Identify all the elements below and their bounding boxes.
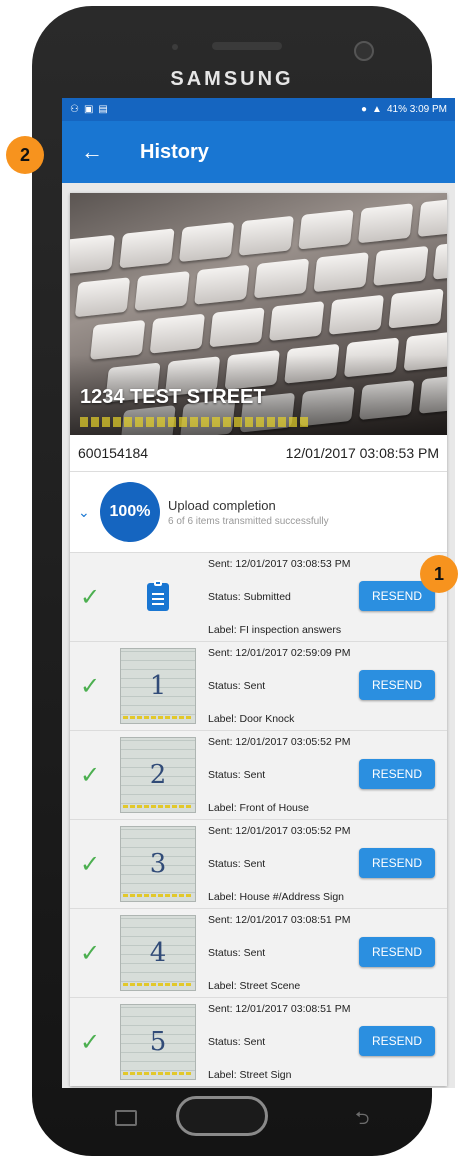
thumbnail-digit: 1: [149, 671, 167, 701]
callout-badge-1: 1: [420, 555, 458, 593]
home-button[interactable]: [176, 1096, 268, 1136]
item-label: Label: Front of House: [208, 802, 309, 814]
file-icon: ▤: [98, 104, 108, 115]
sent-time: Sent: 12/01/2017 02:59:09 PM: [208, 647, 351, 659]
list-item: ✓ 3 Sent: 12/01/2017 03:05:52 PM Status:…: [70, 819, 447, 908]
record-id: 600154184: [78, 445, 149, 461]
page-title: History: [140, 140, 209, 163]
callout-badge-2: 2: [6, 136, 44, 174]
item-label: Label: Street Scene: [208, 980, 301, 992]
resend-button[interactable]: RESEND: [359, 759, 435, 789]
resend-button[interactable]: RESEND: [359, 937, 435, 967]
phone-screen: ⚇ ▣ ▤ ● ▲ 41% 3:09 PM ← History 1234 TES…: [62, 98, 455, 1088]
photo-thumbnail[interactable]: 2: [120, 737, 196, 813]
item-label: Label: Street Sign: [208, 1069, 292, 1081]
list-item: ✓ 5 Sent: 12/01/2017 03:08:51 PM Status:…: [70, 997, 447, 1086]
proximity-sensor: [172, 44, 178, 50]
list-item: ✓ 2 Sent: 12/01/2017 03:05:52 PM Status:…: [70, 730, 447, 819]
upload-summary[interactable]: ⌄ 100% Upload completion 6 of 6 items tr…: [70, 472, 447, 552]
photo-thumbnail[interactable]: 5: [120, 1004, 196, 1080]
clipboard-icon: [120, 559, 196, 635]
property-photo: 1234 TEST STREET: [70, 193, 447, 435]
checkmark-icon: ✓: [79, 1028, 101, 1056]
list-item: ✓ 4 Sent: 12/01/2017 03:08:51 PM Status:…: [70, 908, 447, 997]
upload-title: Upload completion: [168, 497, 276, 513]
earpiece: [212, 42, 282, 50]
chevron-down-icon[interactable]: ⌄: [78, 504, 100, 521]
recent-apps-icon[interactable]: [115, 1110, 137, 1126]
checkmark-icon: ✓: [79, 850, 101, 878]
item-label: Label: FI inspection answers: [208, 624, 342, 636]
resend-button[interactable]: RESEND: [359, 1026, 435, 1056]
list-item: ✓ Sent: 12/01/2017 03:08:53 PM Status: S…: [70, 552, 447, 641]
network-icon: ⚇: [70, 104, 79, 115]
thumbnail-digit: 3: [149, 849, 167, 879]
app-bar: ← History: [62, 121, 455, 183]
checkmark-icon: ✓: [79, 939, 101, 967]
status-bar: ⚇ ▣ ▤ ● ▲ 41% 3:09 PM: [62, 98, 455, 121]
photo-timestamp-stamp: [80, 417, 310, 427]
thumbnail-digit: 2: [149, 760, 167, 790]
sent-time: Sent: 12/01/2017 03:08:51 PM: [208, 914, 351, 926]
photo-thumbnail[interactable]: 4: [120, 915, 196, 991]
item-label: Label: House #/Address Sign: [208, 891, 345, 903]
signal-icon: ▲: [372, 104, 382, 115]
property-address: 1234 TEST STREET: [80, 386, 266, 408]
back-arrow-icon[interactable]: ←: [62, 139, 122, 165]
history-content: 1234 TEST STREET 600154184 12/01/2017 03…: [62, 183, 455, 1088]
checkmark-icon: ✓: [79, 583, 101, 611]
resend-button[interactable]: RESEND: [359, 670, 435, 700]
record-datetime: 12/01/2017 03:08:53 PM: [285, 445, 439, 461]
back-key-icon[interactable]: ⮌: [355, 1106, 369, 1136]
history-card: 1234 TEST STREET 600154184 12/01/2017 03…: [70, 193, 447, 1086]
sent-time: Sent: 12/01/2017 03:05:52 PM: [208, 736, 351, 748]
item-label: Label: Door Knock: [208, 713, 295, 725]
thumbnail-digit: 5: [149, 1027, 167, 1057]
location-icon: ●: [361, 104, 368, 115]
image-icon: ▣: [83, 104, 94, 115]
thumbnail-digit: 4: [149, 938, 167, 968]
upload-items-list: ✓ Sent: 12/01/2017 03:08:53 PM Status: S…: [70, 552, 447, 1086]
sent-time: Sent: 12/01/2017 03:05:52 PM: [208, 825, 351, 837]
checkmark-icon: ✓: [79, 672, 101, 700]
sent-time: Sent: 12/01/2017 03:08:53 PM: [208, 558, 351, 570]
resend-button[interactable]: RESEND: [359, 848, 435, 878]
photo-thumbnail[interactable]: 1: [120, 648, 196, 724]
checkmark-icon: ✓: [79, 761, 101, 789]
brand-logo: SAMSUNG: [170, 68, 294, 90]
upload-subtitle: 6 of 6 items transmitted successfully: [168, 515, 329, 527]
list-item: ✓ 1 Sent: 12/01/2017 02:59:09 PM Status:…: [70, 641, 447, 730]
battery-time: 41% 3:09 PM: [386, 104, 447, 115]
record-info-row: 600154184 12/01/2017 03:08:53 PM: [70, 435, 447, 472]
photo-thumbnail[interactable]: 3: [120, 826, 196, 902]
sent-time: Sent: 12/01/2017 03:08:51 PM: [208, 1003, 351, 1015]
front-camera: [354, 41, 374, 61]
upload-percent-circle: 100%: [100, 482, 160, 542]
